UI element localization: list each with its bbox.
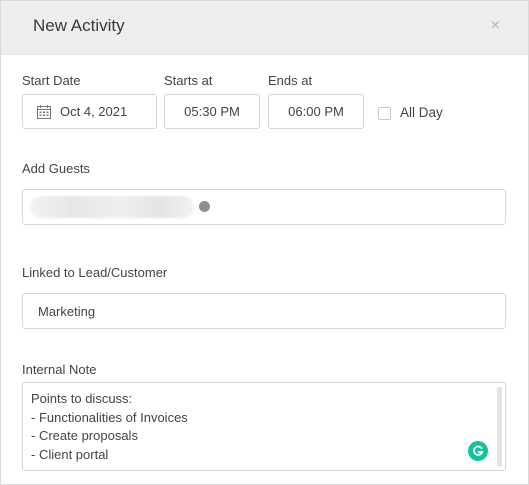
start-date-value: Oct 4, 2021 <box>60 104 128 119</box>
starts-at-label: Starts at <box>164 73 213 88</box>
internal-note-textarea[interactable]: Points to discuss: - Functionalities of … <box>22 382 506 471</box>
ends-at-field[interactable]: 06:00 PM <box>268 94 364 129</box>
calendar-icon <box>37 105 51 119</box>
add-guests-input[interactable] <box>22 189 506 225</box>
note-scrollbar[interactable] <box>497 387 502 467</box>
internal-note-text: Points to discuss: - Functionalities of … <box>31 391 188 462</box>
guest-chip <box>30 196 194 218</box>
ends-at-value: 06:00 PM <box>288 104 344 119</box>
starts-at-field[interactable]: 05:30 PM <box>164 94 260 129</box>
linked-customer-value: Marketing <box>38 304 96 319</box>
start-date-field[interactable]: Oct 4, 2021 <box>22 94 157 129</box>
all-day-checkbox[interactable] <box>378 107 391 120</box>
new-activity-dialog: New Activity × Start Date Starts at Ends… <box>0 0 529 485</box>
add-guests-label: Add Guests <box>22 161 90 176</box>
linked-label: Linked to Lead/Customer <box>22 265 168 280</box>
dialog-header: New Activity × <box>1 1 528 55</box>
internal-note-label: Internal Note <box>22 362 97 377</box>
ends-at-label: Ends at <box>268 73 313 88</box>
start-date-label: Start Date <box>22 73 81 88</box>
dialog-title: New Activity <box>33 16 125 35</box>
all-day-label[interactable]: All Day <box>400 105 443 120</box>
grammarly-g-glyph <box>473 445 484 456</box>
linked-customer-field[interactable]: Marketing <box>22 293 506 329</box>
close-icon[interactable]: × <box>491 16 500 36</box>
remove-guest-icon[interactable] <box>199 201 210 212</box>
starts-at-value: 05:30 PM <box>184 104 240 119</box>
grammarly-icon[interactable] <box>468 441 488 461</box>
